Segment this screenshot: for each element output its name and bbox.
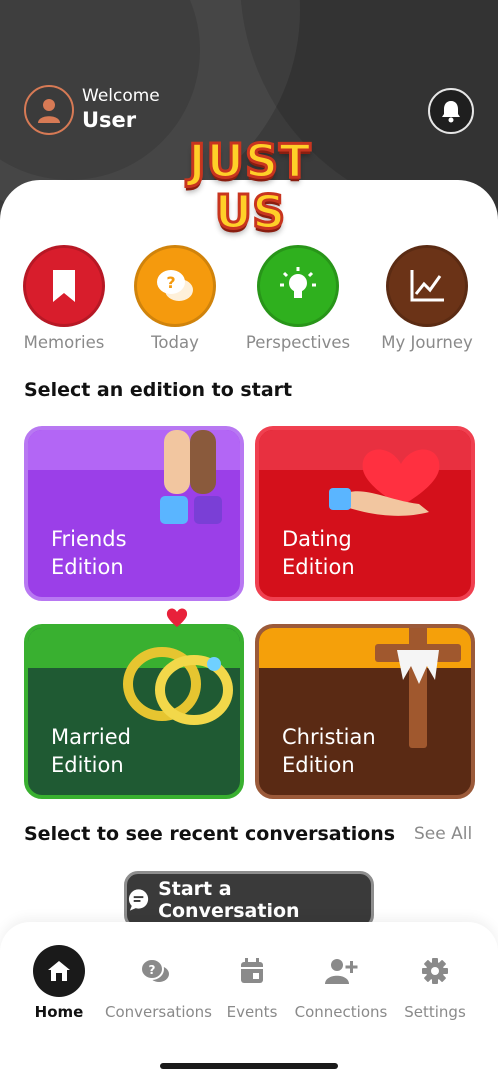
tab-settings[interactable]: Settings: [385, 945, 485, 1021]
calendar-icon: [226, 945, 278, 997]
edition-card-friends[interactable]: Friends Edition: [24, 426, 244, 601]
quick-action-label: My Journey: [381, 333, 473, 352]
edition-card-christian[interactable]: Christian Edition: [255, 624, 475, 799]
tab-label: Events: [226, 1003, 278, 1021]
edition-title: Dating Edition: [282, 527, 355, 579]
quick-action-today[interactable]: ? Today: [115, 245, 235, 352]
editions-section-title: Select an edition to start: [24, 379, 293, 401]
tab-home[interactable]: Home: [9, 945, 109, 1021]
lightbulb-icon: [257, 245, 339, 327]
user-icon: [38, 99, 60, 123]
tab-connections[interactable]: Connections: [291, 945, 391, 1021]
chart-icon: [386, 245, 468, 327]
logo-line1: JUST: [187, 134, 312, 188]
user-name: User: [82, 108, 137, 132]
edition-title: Christian Edition: [282, 725, 376, 777]
quick-action-label: Memories: [23, 333, 105, 352]
quick-action-label: Today: [151, 333, 199, 352]
tab-label: Conversations: [105, 1003, 212, 1021]
home-icon: [33, 945, 85, 997]
edition-title: Friends Edition: [51, 527, 127, 579]
tab-events[interactable]: Events: [202, 945, 302, 1021]
quick-action-label: Perspectives: [245, 333, 351, 352]
add-person-icon: [315, 945, 367, 997]
high-five-icon: [160, 430, 222, 524]
quick-action-memories[interactable]: Memories: [4, 245, 124, 352]
tab-label: Settings: [404, 1003, 466, 1021]
heart-hands-icon: [329, 449, 440, 516]
avatar[interactable]: [24, 85, 74, 135]
home-indicator: [160, 1063, 338, 1069]
tab-label: Home: [34, 1003, 84, 1021]
bookmark-icon: [23, 245, 105, 327]
logo-line2: US: [213, 185, 286, 240]
edition-title: Married Edition: [51, 725, 131, 777]
question-chat-icon: ?: [134, 245, 216, 327]
cross-icon: [375, 628, 461, 748]
welcome-label: Welcome: [82, 86, 160, 106]
gear-icon: [409, 945, 461, 997]
tab-conversations[interactable]: ? Conversations: [105, 945, 212, 1021]
recent-conversations-title: Select to see recent conversations: [24, 823, 396, 845]
quick-action-perspectives[interactable]: Perspectives: [238, 245, 358, 352]
see-all-link[interactable]: See All: [414, 824, 472, 844]
heart-icon: [166, 608, 188, 627]
chat-icon: [128, 889, 149, 911]
app-logo: JUST US: [160, 134, 340, 248]
start-conversation-label: Start a Conversation: [158, 878, 300, 922]
svg-text:?: ?: [149, 963, 156, 977]
svg-text:?: ?: [166, 273, 175, 292]
edition-card-dating[interactable]: Dating Edition: [255, 426, 475, 601]
tab-label: Connections: [294, 1003, 388, 1021]
notifications-button[interactable]: [428, 88, 474, 134]
edition-card-married[interactable]: Married Edition: [24, 624, 244, 799]
quick-action-my-journey[interactable]: My Journey: [367, 245, 487, 352]
rings-icon: [123, 647, 233, 725]
bell-icon: [442, 101, 460, 123]
conversations-icon: ?: [129, 945, 181, 997]
start-conversation-button[interactable]: Start a Conversation: [124, 871, 374, 929]
